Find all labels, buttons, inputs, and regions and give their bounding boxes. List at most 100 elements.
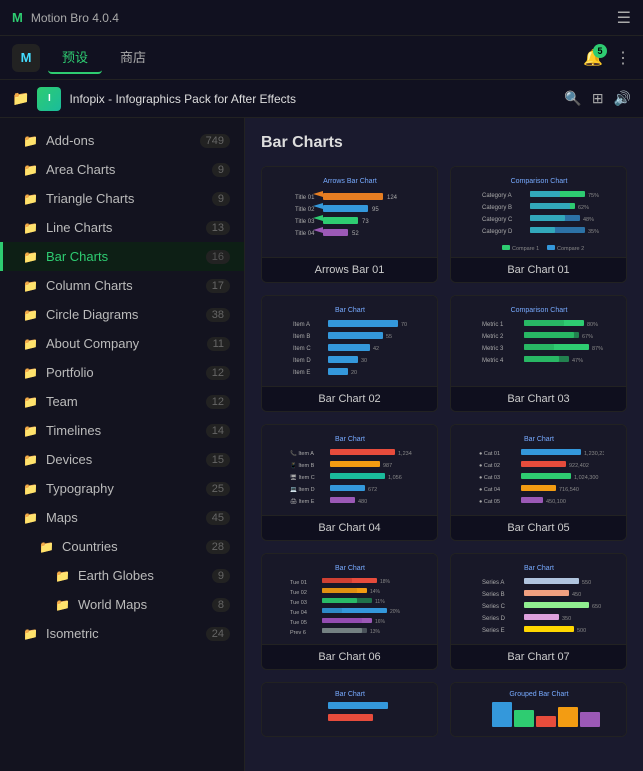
svg-text:Category D: Category D — [482, 229, 513, 235]
more-menu-icon[interactable]: ⋮ — [615, 48, 631, 68]
sidebar-item-portfolio[interactable]: 📁Portfolio 12 — [0, 358, 244, 387]
svg-text:Tue 04: Tue 04 — [290, 610, 307, 616]
svg-text:500: 500 — [577, 628, 586, 634]
svg-text:350: 350 — [562, 616, 571, 622]
chart-card-bar-chart-08[interactable]: Bar Chart — [261, 682, 438, 737]
svg-text:Tue 01: Tue 01 — [290, 580, 307, 586]
chart-card-grouped-bar[interactable]: Grouped Bar Chart — [450, 682, 627, 737]
svg-text:Bar Chart: Bar Chart — [335, 691, 365, 698]
chart-preview-bar-chart-07: Bar Chart Series A 550 Series B 450 Seri… — [451, 554, 626, 644]
svg-text:● Cat 03: ● Cat 03 — [479, 475, 500, 481]
sidebar-item-team[interactable]: 📁Team 12 — [0, 387, 244, 416]
sidebar-item-devices[interactable]: 📁Devices 15 — [0, 445, 244, 474]
tab-store[interactable]: 商店 — [106, 41, 160, 74]
svg-text:Compare 1: Compare 1 — [512, 246, 539, 251]
chart-card-bar-chart-03[interactable]: Comparison Chart Metric 1 80% Metric 2 6… — [450, 295, 627, 412]
audio-icon[interactable]: 🔊 — [614, 90, 631, 107]
svg-text:18%: 18% — [380, 579, 391, 585]
svg-text:Category A: Category A — [482, 193, 512, 199]
sidebar-item-line-charts[interactable]: 📁Line Charts 13 — [0, 213, 244, 242]
svg-text:Item B: Item B — [293, 334, 310, 340]
chart-preview-grouped-bar: Grouped Bar Chart — [451, 683, 626, 737]
search-icon[interactable]: 🔍 — [564, 90, 581, 107]
svg-text:55: 55 — [386, 334, 392, 340]
svg-text:Comparison Chart: Comparison Chart — [510, 178, 567, 185]
svg-text:80%: 80% — [587, 322, 598, 328]
svg-text:Tue 03: Tue 03 — [290, 600, 307, 606]
content-area: Bar Charts Arrows Bar Chart Title 01 124… — [245, 118, 643, 771]
chart-card-bar-chart-06[interactable]: Bar Chart Tue 01 18% Tue 02 14% Tue 03 — [261, 553, 438, 670]
sidebar-item-maps[interactable]: 📁Maps 45 — [0, 503, 244, 532]
breadcrumb-actions: 🔍 ⊞ 🔊 — [564, 90, 631, 107]
pack-name: Infopix - Infographics Pack for After Ef… — [69, 92, 296, 106]
chart-preview-bar-chart-06: Bar Chart Tue 01 18% Tue 02 14% Tue 03 — [262, 554, 437, 644]
section-title: Bar Charts — [261, 134, 627, 152]
svg-text:Item D: Item D — [293, 358, 311, 364]
svg-text:73: 73 — [362, 219, 369, 225]
svg-text:124: 124 — [387, 195, 398, 201]
svg-text:650: 650 — [592, 604, 601, 610]
grid-view-icon[interactable]: ⊞ — [592, 90, 604, 107]
svg-text:1,230,230: 1,230,230 — [584, 451, 604, 457]
svg-text:67%: 67% — [582, 334, 593, 340]
svg-text:Title 02: Title 02 — [295, 207, 315, 213]
sidebar-item-area-charts[interactable]: 📁Area Charts 9 — [0, 155, 244, 184]
svg-text:75%: 75% — [588, 193, 599, 199]
breadcrumb-bar: 📁 I Infopix - Infographics Pack for Afte… — [0, 80, 643, 118]
chart-card-arrows-bar-01[interactable]: Arrows Bar Chart Title 01 124 Title 02 9… — [261, 166, 438, 283]
sidebar-item-world-maps[interactable]: 📁World Maps 8 — [0, 590, 244, 619]
svg-text:922,402: 922,402 — [569, 463, 589, 469]
svg-text:87%: 87% — [592, 346, 603, 352]
svg-text:📞 Item A: 📞 Item A — [290, 449, 314, 457]
svg-text:Bar Chart: Bar Chart — [335, 307, 365, 314]
sidebar-item-isometric[interactable]: 📁Isometric 24 — [0, 619, 244, 648]
svg-text:Metric 4: Metric 4 — [482, 358, 504, 364]
svg-text:716,540: 716,540 — [559, 487, 579, 493]
notification-button[interactable]: 🔔 5 — [583, 48, 603, 68]
chart-label-bar-chart-05: Bar Chart 05 — [451, 515, 626, 540]
svg-text:450: 450 — [572, 592, 581, 598]
svg-text:52: 52 — [352, 231, 359, 237]
svg-text:42: 42 — [373, 346, 379, 352]
svg-text:Prev 6: Prev 6 — [290, 630, 306, 636]
svg-text:14%: 14% — [370, 589, 381, 595]
svg-text:💻 Item D: 💻 Item D — [290, 487, 315, 493]
sidebar-item-addons[interactable]: 📁Add-ons 749 — [0, 126, 244, 155]
svg-text:Series A: Series A — [482, 580, 504, 586]
chart-card-bar-chart-04[interactable]: Bar Chart 📞 Item A 1,234 📱 Item B 987 🖥 … — [261, 424, 438, 541]
svg-text:20%: 20% — [390, 609, 401, 615]
nav-left: M 预设 商店 — [12, 41, 160, 74]
svg-text:20: 20 — [351, 370, 357, 376]
svg-text:95: 95 — [372, 207, 379, 213]
chart-card-bar-chart-01[interactable]: Comparison Chart Category A 75% Category… — [450, 166, 627, 283]
menu-icon[interactable]: ☰ — [617, 8, 631, 28]
svg-text:Metric 2: Metric 2 — [482, 334, 504, 340]
svg-text:Title 01: Title 01 — [295, 195, 315, 201]
sidebar-item-column-charts[interactable]: 📁Column Charts 17 — [0, 271, 244, 300]
chart-preview-arrows-bar-01: Arrows Bar Chart Title 01 124 Title 02 9… — [262, 167, 437, 257]
chart-preview-bar-chart-08: Bar Chart — [262, 683, 437, 737]
sidebar-item-triangle-charts[interactable]: 📁Triangle Charts 9 — [0, 184, 244, 213]
sidebar-item-bar-charts[interactable]: 📁Bar Charts 16 — [0, 242, 244, 271]
sidebar-item-timelines[interactable]: 📁Timelines 14 — [0, 416, 244, 445]
nav-bar: M 预设 商店 🔔 5 ⋮ — [0, 36, 643, 80]
tab-presets[interactable]: 预设 — [48, 41, 102, 74]
svg-text:Category B: Category B — [482, 205, 512, 211]
sidebar-item-earth-globes[interactable]: 📁Earth Globes 9 — [0, 561, 244, 590]
chart-label-bar-chart-06: Bar Chart 06 — [262, 644, 437, 669]
chart-card-bar-chart-05[interactable]: Bar Chart ● Cat 01 1,230,230 ● Cat 02 92… — [450, 424, 627, 541]
svg-text:48%: 48% — [583, 217, 594, 223]
sidebar-item-about-company[interactable]: 📁About Company 11 — [0, 329, 244, 358]
svg-text:Item A: Item A — [293, 322, 310, 328]
chart-preview-bar-chart-02: Bar Chart Item A 70 Item B 55 Item C 42 … — [262, 296, 437, 386]
chart-card-bar-chart-07[interactable]: Bar Chart Series A 550 Series B 450 Seri… — [450, 553, 627, 670]
svg-text:480: 480 — [358, 499, 367, 505]
chart-card-bar-chart-02[interactable]: Bar Chart Item A 70 Item B 55 Item C 42 … — [261, 295, 438, 412]
sidebar-item-circle-diagrams[interactable]: 📁Circle Diagrams 38 — [0, 300, 244, 329]
svg-text:Bar Chart: Bar Chart — [524, 436, 554, 443]
svg-text:Bar Chart: Bar Chart — [524, 565, 554, 572]
svg-text:Item E: Item E — [293, 370, 310, 376]
sidebar-item-typography[interactable]: 📁Typography 25 — [0, 474, 244, 503]
sidebar-item-countries[interactable]: 📁Countries 28 — [0, 532, 244, 561]
svg-text:1,024,300: 1,024,300 — [574, 475, 598, 481]
